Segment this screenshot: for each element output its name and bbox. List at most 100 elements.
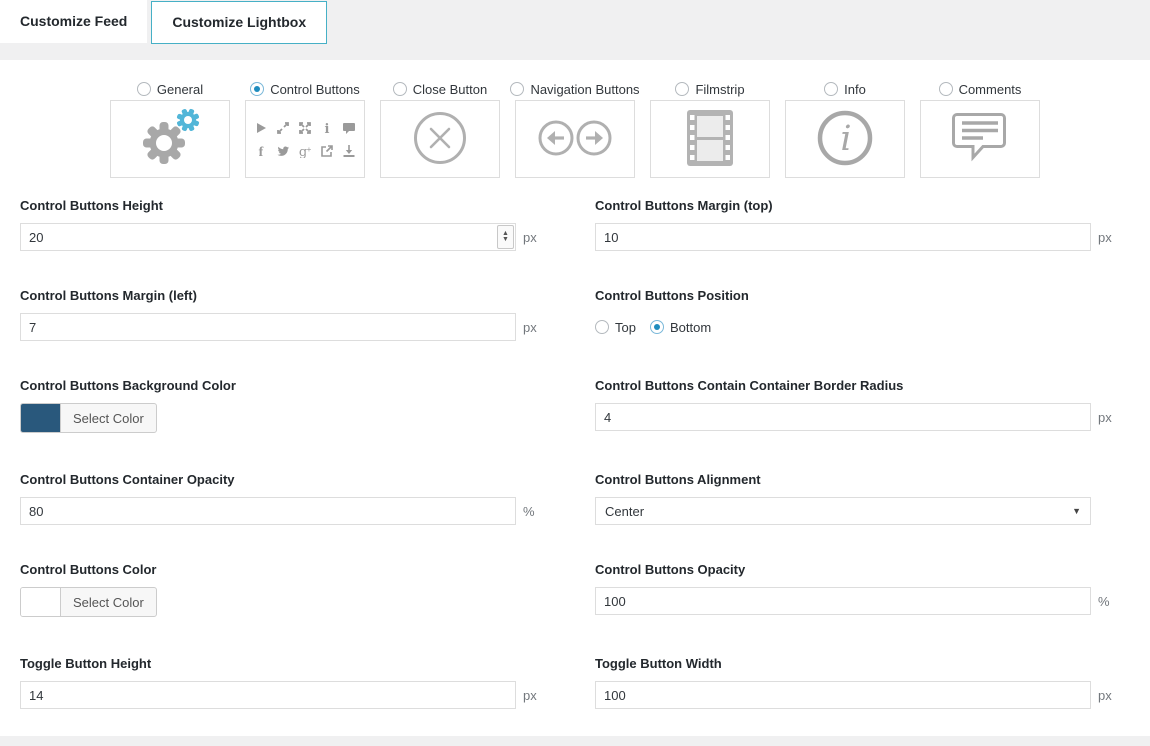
resize-diagonal-icon (276, 121, 290, 135)
section-radio-general[interactable]: General (110, 78, 230, 100)
buttons-opacity-input[interactable] (595, 587, 1091, 615)
control-buttons-margin-top-input[interactable] (595, 223, 1091, 251)
tab-customize-feed[interactable]: Customize Feed (0, 0, 147, 43)
color-swatch (21, 588, 61, 616)
field-control-buttons-opacity: Control Buttons Opacity % (595, 562, 1115, 619)
tab-customize-lightbox[interactable]: Customize Lightbox (151, 1, 327, 44)
section-box-filmstrip[interactable] (650, 100, 770, 178)
filmstrip-icon (686, 109, 734, 170)
section-radio-filmstrip[interactable]: Filmstrip (650, 78, 770, 100)
section-box-close-button[interactable] (380, 100, 500, 178)
section-radio-close-button[interactable]: Close Button (380, 78, 500, 100)
field-control-buttons-container-opacity: Control Buttons Container Opacity % (20, 472, 540, 525)
field-control-buttons-color: Control Buttons Color Select Color (20, 562, 540, 619)
close-circle-icon (412, 110, 468, 169)
control-buttons-height-input[interactable] (20, 223, 516, 251)
info-circle-icon: i (816, 109, 874, 170)
unit-label: % (1098, 594, 1115, 609)
svg-text:i: i (840, 119, 851, 159)
radio-icon (595, 320, 609, 334)
field-control-buttons-alignment: Control Buttons Alignment Center ▼ (595, 472, 1115, 525)
field-label: Toggle Button Width (595, 656, 1115, 671)
section-box-comments[interactable] (920, 100, 1040, 178)
gears-icon (137, 108, 203, 171)
external-link-icon (320, 144, 334, 158)
section-radio-control-buttons[interactable]: Control Buttons (245, 78, 365, 100)
select-color-label: Select Color (61, 588, 156, 616)
select-color-label: Select Color (61, 404, 156, 432)
spinner-down-icon[interactable]: ▼ (502, 237, 509, 243)
facebook-icon: f (254, 144, 268, 158)
unit-label: % (523, 504, 540, 519)
toggle-button-width-input[interactable] (595, 681, 1091, 709)
background-color-picker-button[interactable]: Select Color (20, 403, 157, 433)
unit-label: px (1098, 230, 1115, 245)
section-box-control-buttons[interactable]: i f g+ (245, 100, 365, 178)
section-box-navigation-buttons[interactable] (515, 100, 635, 178)
field-toggle-button-width: Toggle Button Width px (595, 656, 1115, 709)
googleplus-icon: g+ (298, 144, 312, 158)
section-box-general[interactable] (110, 100, 230, 178)
field-label: Control Buttons Color (20, 562, 540, 577)
field-label: Control Buttons Margin (top) (595, 198, 1115, 213)
radio-icon (675, 82, 689, 96)
section-label: Close Button (413, 82, 487, 97)
section-box-info[interactable]: i (785, 100, 905, 178)
section-comments: Comments (920, 78, 1040, 178)
section-label: Navigation Buttons (530, 82, 639, 97)
field-label: Toggle Button Height (20, 656, 540, 671)
field-label: Control Buttons Margin (left) (20, 288, 540, 303)
control-buttons-margin-left-input[interactable] (20, 313, 516, 341)
field-label: Control Buttons Alignment (595, 472, 1115, 487)
position-bottom-radio[interactable]: Bottom (650, 320, 711, 335)
position-top-radio[interactable]: Top (595, 320, 636, 335)
section-filmstrip: Filmstrip (650, 78, 770, 178)
alignment-select[interactable]: Center ▼ (595, 497, 1091, 525)
info-small-icon: i (320, 121, 334, 135)
section-radio-comments[interactable]: Comments (920, 78, 1040, 100)
selected-option-label: Center (605, 504, 644, 519)
field-label: Control Buttons Opacity (595, 562, 1115, 577)
color-swatch (21, 404, 61, 432)
buttons-color-picker-button[interactable]: Select Color (20, 587, 157, 617)
fullscreen-icon (298, 121, 312, 135)
radio-option-label: Bottom (670, 320, 711, 335)
container-border-radius-input[interactable] (595, 403, 1091, 431)
section-info: Info i (785, 78, 905, 178)
twitter-icon (276, 144, 290, 158)
svg-text:i: i (325, 122, 330, 135)
section-label: Info (844, 82, 866, 97)
unit-label: px (1098, 410, 1115, 425)
radio-icon (939, 82, 953, 96)
radio-option-label: Top (615, 320, 636, 335)
section-navigation-buttons: Navigation Buttons (515, 78, 635, 178)
radio-icon (393, 82, 407, 96)
section-radio-navigation-buttons[interactable]: Navigation Buttons (515, 78, 635, 100)
radio-icon (510, 82, 524, 96)
toggle-button-height-input[interactable] (20, 681, 516, 709)
section-radio-info[interactable]: Info (785, 78, 905, 100)
radio-icon (250, 82, 264, 96)
field-control-buttons-position: Control Buttons Position Top Bottom (595, 288, 1115, 341)
field-label: Control Buttons Position (595, 288, 1115, 303)
svg-text:f: f (259, 145, 264, 158)
container-opacity-input[interactable] (20, 497, 516, 525)
field-control-buttons-background-color: Control Buttons Background Color Select … (20, 378, 540, 435)
comment-bubble-icon (951, 112, 1009, 167)
section-control-buttons: Control Buttons i f g+ (245, 78, 365, 178)
number-spinner[interactable]: ▲▼ (497, 225, 514, 249)
download-icon (342, 144, 356, 158)
section-close-button: Close Button (380, 78, 500, 178)
section-label: Control Buttons (270, 82, 360, 97)
section-label: Filmstrip (695, 82, 744, 97)
field-label: Control Buttons Container Opacity (20, 472, 540, 487)
section-label: General (157, 82, 203, 97)
field-control-buttons-height: Control Buttons Height ▲▼ px (20, 198, 540, 251)
field-control-buttons-container-border-radius: Control Buttons Contain Container Border… (595, 378, 1115, 435)
field-control-buttons-margin-top: Control Buttons Margin (top) px (595, 198, 1115, 251)
unit-label: px (1098, 688, 1115, 703)
unit-label: px (523, 320, 540, 335)
radio-icon (650, 320, 664, 334)
unit-label: px (523, 230, 540, 245)
radio-icon (137, 82, 151, 96)
